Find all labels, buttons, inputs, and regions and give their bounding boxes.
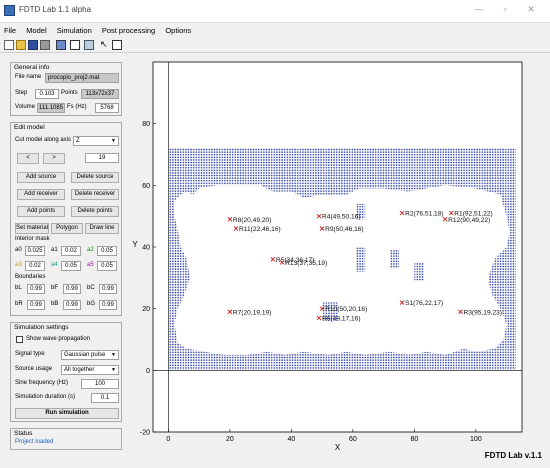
receiver-marker: R10(50,20,16) — [319, 306, 367, 313]
x-tick-label: 80 — [410, 436, 418, 443]
obstacle-3 — [389, 250, 399, 269]
svg-text:R2(76,51,18): R2(76,51,18) — [405, 211, 444, 218]
svg-text:R12(90,49,22): R12(90,49,22) — [448, 217, 490, 224]
receiver-marker: R7(20,19,19) — [227, 309, 272, 316]
svg-text:R9(50,46,16): R9(50,46,16) — [325, 226, 364, 233]
model-plot[interactable]: 0 20 40 60 80 100 -20 0 20 40 60 80 X Y S1(76,22,17) R1… — [0, 0, 550, 468]
y-tick-label: 40 — [142, 245, 150, 252]
obstacle-2 — [355, 247, 366, 272]
obstacle-4 — [414, 262, 424, 281]
receiver-marker: R6(49,17,16) — [316, 315, 361, 322]
x-tick-label: 60 — [349, 436, 357, 443]
y-tick-label: 60 — [142, 183, 150, 190]
receiver-marker: R3(95,19,23) — [458, 309, 503, 316]
receiver-marker: R8(20,49,20) — [227, 217, 272, 224]
receiver-marker: R4(49,50,16) — [316, 214, 361, 221]
svg-text:S1(76,22,17): S1(76,22,17) — [405, 300, 443, 307]
receiver-marker: R12(90,49,22) — [442, 217, 490, 224]
svg-text:R4(49,50,16): R4(49,50,16) — [322, 214, 361, 221]
receiver-marker: R11(22,46,16) — [233, 226, 281, 233]
x-tick-label: 20 — [226, 436, 234, 443]
y-axis-label: Y — [132, 240, 138, 249]
y-tick-label: 80 — [142, 121, 150, 128]
receiver-marker: R2(76,51,18) — [399, 211, 444, 218]
x-tick-label: 40 — [287, 436, 295, 443]
svg-text:R8(20,49,20): R8(20,49,20) — [233, 217, 272, 224]
y-tick-label: 0 — [146, 368, 150, 375]
svg-text:R7(20,19,19): R7(20,19,19) — [233, 309, 272, 316]
x-axis-label: X — [335, 443, 341, 452]
x-tick-label: 0 — [166, 436, 170, 443]
source-marker: S1(76,22,17) — [399, 300, 443, 307]
svg-text:R13(37,35,19): R13(37,35,19) — [285, 260, 327, 267]
svg-text:R10(50,20,16): R10(50,20,16) — [325, 306, 367, 313]
y-tick-label: -20 — [140, 430, 150, 437]
receiver-marker: R13(37,35,19) — [279, 260, 327, 267]
x-tick-label: 100 — [470, 436, 482, 443]
y-tick-label: 20 — [142, 306, 150, 313]
brand-label: FDTD Lab v.1.1 — [484, 451, 542, 460]
svg-text:R11(22,46,16): R11(22,46,16) — [239, 226, 281, 233]
svg-text:R3(95,19,23): R3(95,19,23) — [464, 309, 503, 316]
svg-text:R6(49,17,16): R6(49,17,16) — [322, 315, 361, 322]
receiver-marker: R9(50,46,16) — [319, 226, 364, 233]
